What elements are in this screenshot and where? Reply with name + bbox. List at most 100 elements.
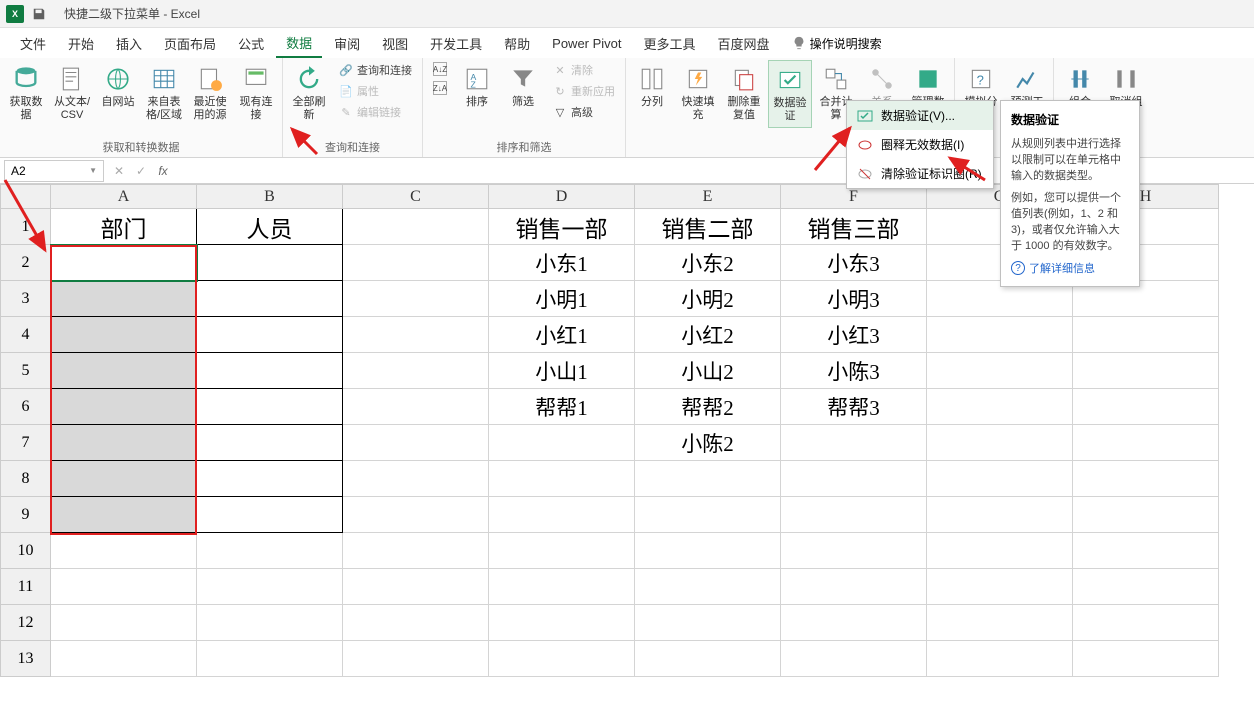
cell-F5[interactable]: 小陈3 (781, 353, 927, 389)
cell-D7[interactable] (489, 425, 635, 461)
get-data-button[interactable]: 获取数据 (4, 60, 48, 126)
cell-D4[interactable]: 小红1 (489, 317, 635, 353)
col-header-A[interactable]: A (51, 185, 197, 209)
cell-H9[interactable] (1073, 497, 1219, 533)
row-header-8[interactable]: 8 (1, 461, 51, 497)
cell-F2[interactable]: 小东3 (781, 245, 927, 281)
menu-home[interactable]: 开始 (58, 30, 104, 57)
cell-B9[interactable] (197, 497, 343, 533)
cell-G11[interactable] (927, 569, 1073, 605)
cell-F3[interactable]: 小明3 (781, 281, 927, 317)
from-table-button[interactable]: 来自表格/区域 (142, 60, 186, 126)
cell-D9[interactable] (489, 497, 635, 533)
row-header-10[interactable]: 10 (1, 533, 51, 569)
row-header-7[interactable]: 7 (1, 425, 51, 461)
col-header-B[interactable]: B (197, 185, 343, 209)
cell-H12[interactable] (1073, 605, 1219, 641)
enter-formula-button[interactable]: ✓ (130, 164, 152, 178)
cell-A1[interactable]: 部门 (51, 209, 197, 245)
cell-G13[interactable] (927, 641, 1073, 677)
cell-G12[interactable] (927, 605, 1073, 641)
cell-B2[interactable] (197, 245, 343, 281)
cell-E3[interactable]: 小明2 (635, 281, 781, 317)
name-box[interactable]: A2 ▼ (4, 160, 104, 182)
from-text-button[interactable]: 从文本/CSV (50, 60, 94, 126)
cell-C5[interactable] (343, 353, 489, 389)
cell-E2[interactable]: 小东2 (635, 245, 781, 281)
cell-C2[interactable] (343, 245, 489, 281)
refresh-all-button[interactable]: 全部刷新 (287, 60, 331, 126)
cell-E9[interactable] (635, 497, 781, 533)
sort-az-button[interactable]: A↓Z (427, 60, 453, 78)
cell-C6[interactable] (343, 389, 489, 425)
cell-E12[interactable] (635, 605, 781, 641)
cell-A12[interactable] (51, 605, 197, 641)
cell-D1[interactable]: 销售一部 (489, 209, 635, 245)
cell-B11[interactable] (197, 569, 343, 605)
row-header-6[interactable]: 6 (1, 389, 51, 425)
queries-conn-button[interactable]: 🔗查询和连接 (333, 60, 418, 80)
row-header-3[interactable]: 3 (1, 281, 51, 317)
cell-C10[interactable] (343, 533, 489, 569)
fx-button[interactable]: fx (152, 164, 174, 178)
cell-B4[interactable] (197, 317, 343, 353)
menu-insert[interactable]: 插入 (106, 30, 152, 57)
menu-more[interactable]: 更多工具 (634, 30, 706, 57)
cell-D8[interactable] (489, 461, 635, 497)
data-validation-button[interactable]: 数据验证 (768, 60, 812, 128)
cell-G8[interactable] (927, 461, 1073, 497)
select-all-corner[interactable] (1, 185, 51, 209)
cell-F8[interactable] (781, 461, 927, 497)
menu-baidu[interactable]: 百度网盘 (708, 30, 780, 57)
cell-F6[interactable]: 帮帮3 (781, 389, 927, 425)
row-header-11[interactable]: 11 (1, 569, 51, 605)
cell-B6[interactable] (197, 389, 343, 425)
dv-menu-circle-invalid[interactable]: 圈释无效数据(I) (847, 130, 993, 159)
dv-menu-clear-circles[interactable]: 清除验证标识圈(R) (847, 159, 993, 188)
cell-H5[interactable] (1073, 353, 1219, 389)
cell-C4[interactable] (343, 317, 489, 353)
cell-B1[interactable]: 人员 (197, 209, 343, 245)
cell-A7[interactable] (51, 425, 197, 461)
cell-F13[interactable] (781, 641, 927, 677)
menu-review[interactable]: 审阅 (324, 30, 370, 57)
cell-G6[interactable] (927, 389, 1073, 425)
save-icon[interactable] (32, 7, 46, 21)
cell-B8[interactable] (197, 461, 343, 497)
existing-conn-button[interactable]: 现有连接 (234, 60, 278, 126)
row-header-1[interactable]: 1 (1, 209, 51, 245)
row-header-4[interactable]: 4 (1, 317, 51, 353)
cell-E7[interactable]: 小陈2 (635, 425, 781, 461)
menu-formulas[interactable]: 公式 (228, 30, 274, 57)
cell-D12[interactable] (489, 605, 635, 641)
col-header-C[interactable]: C (343, 185, 489, 209)
cell-H7[interactable] (1073, 425, 1219, 461)
cell-D2[interactable]: 小东1 (489, 245, 635, 281)
sort-button[interactable]: AZ排序 (455, 60, 499, 113)
col-header-D[interactable]: D (489, 185, 635, 209)
row-header-12[interactable]: 12 (1, 605, 51, 641)
cell-F10[interactable] (781, 533, 927, 569)
recent-sources-button[interactable]: 最近使用的源 (188, 60, 232, 126)
row-header-5[interactable]: 5 (1, 353, 51, 389)
cell-F7[interactable] (781, 425, 927, 461)
cell-F12[interactable] (781, 605, 927, 641)
cell-B13[interactable] (197, 641, 343, 677)
cell-B3[interactable] (197, 281, 343, 317)
flash-fill-button[interactable]: 快速填充 (676, 60, 720, 126)
cell-C7[interactable] (343, 425, 489, 461)
menu-view[interactable]: 视图 (372, 30, 418, 57)
cell-F1[interactable]: 销售三部 (781, 209, 927, 245)
cell-E5[interactable]: 小山2 (635, 353, 781, 389)
cell-E13[interactable] (635, 641, 781, 677)
cell-D3[interactable]: 小明1 (489, 281, 635, 317)
cell-G4[interactable] (927, 317, 1073, 353)
dv-menu-validation[interactable]: 数据验证(V)... (847, 101, 993, 130)
cell-E10[interactable] (635, 533, 781, 569)
sort-za-button[interactable]: Z↓A (427, 79, 453, 97)
cancel-formula-button[interactable]: ✕ (108, 164, 130, 178)
row-header-2[interactable]: 2 (1, 245, 51, 281)
cell-A8[interactable] (51, 461, 197, 497)
cell-B7[interactable] (197, 425, 343, 461)
cell-C9[interactable] (343, 497, 489, 533)
